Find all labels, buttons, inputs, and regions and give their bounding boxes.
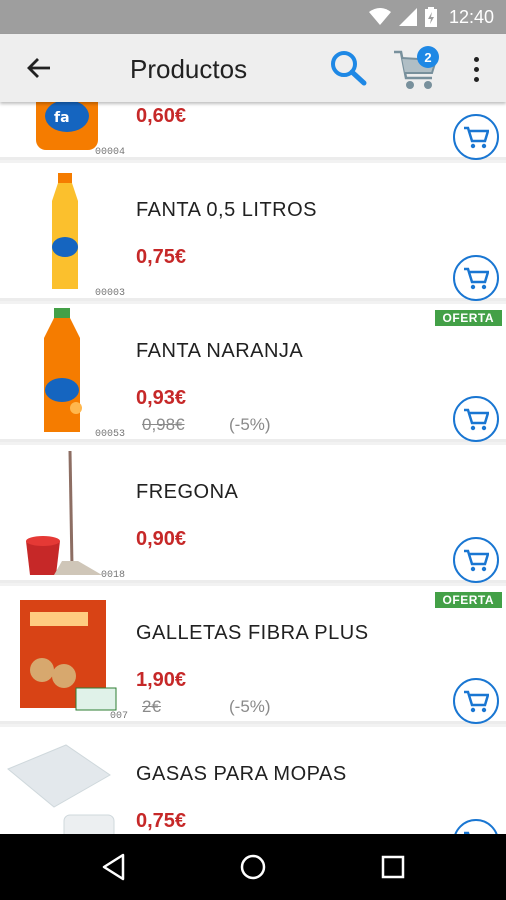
add-cart-icon (464, 690, 489, 713)
product-row[interactable]: GASAS PARA MOPAS 0,75€ (0, 727, 506, 834)
add-to-cart-button[interactable] (453, 537, 499, 583)
search-button[interactable] (328, 48, 370, 88)
product-row[interactable]: 00003 FANTA 0,5 LITROS 0,75€ (0, 163, 506, 301)
product-name: GALLETAS FIBRA PLUS (136, 622, 369, 644)
battery-charging-icon (424, 7, 437, 27)
fanta-lemon-bottle-image (52, 173, 78, 289)
add-to-cart-button[interactable] (453, 255, 499, 301)
product-row[interactable]: OFERTA 00053 FANTA NARANJA 0,93€ 0,98€ (… (0, 304, 506, 442)
old-price: 0,98€ (142, 415, 185, 434)
wifi-icon (368, 8, 391, 25)
more-vert-dot (473, 76, 479, 82)
add-to-cart-button[interactable] (453, 678, 499, 724)
system-nav-bar (0, 834, 506, 900)
old-price: 2€ (142, 697, 161, 716)
product-name: GASAS PARA MOPAS (136, 763, 347, 785)
add-cart-icon (464, 549, 489, 572)
product-row[interactable]: OFERTA 007 GALLETAS FIBRA PLUS 1,90€ 2€ … (0, 586, 506, 724)
product-code: 0018 (101, 570, 126, 581)
nav-recents-icon (381, 855, 405, 879)
nav-back-button[interactable] (94, 849, 134, 885)
offer-badge: OFERTA (434, 310, 502, 326)
product-code: 00004 (95, 147, 126, 158)
add-cart-icon (464, 267, 489, 290)
mop-bucket-image (26, 450, 102, 575)
fanta-orange-bottle-image (44, 308, 82, 432)
status-icons: 12:40 (368, 0, 494, 34)
offer-badge: OFERTA (434, 592, 502, 608)
nav-home-icon (240, 854, 266, 880)
product-price: 0,90€ (136, 528, 187, 550)
nav-home-button[interactable] (233, 849, 273, 885)
status-bar: 12:40 (0, 0, 506, 34)
discount-label: (-5%) (229, 415, 271, 434)
add-cart-icon (464, 408, 489, 431)
search-icon (331, 51, 367, 86)
nav-back-icon (102, 853, 125, 881)
product-name: FANTA NARANJA (136, 340, 304, 362)
product-list[interactable]: fa 00004 0,60€ 00003 FANTA 0,5 LITROS 0,… (0, 102, 506, 834)
more-vert-icon (473, 56, 479, 62)
cart-count-badge: 2 (417, 46, 439, 68)
product-price: 1,90€ (136, 669, 187, 691)
product-price: 0,75€ (136, 246, 187, 268)
product-code: 00053 (95, 429, 126, 440)
product-code: 00003 (95, 288, 126, 299)
product-price: 0,60€ (136, 105, 187, 127)
discount-label: (-5%) (229, 697, 271, 716)
product-name: FANTA 0,5 LITROS (136, 199, 318, 221)
page-title: Productos (130, 54, 248, 84)
add-to-cart-button[interactable] (453, 819, 499, 834)
overflow-menu-button[interactable] (466, 52, 486, 86)
product-row[interactable]: 0018 FREGONA 0,90€ (0, 445, 506, 583)
svg-text:fa: fa (54, 110, 70, 126)
add-cart-icon (464, 126, 489, 149)
product-price: 0,75€ (136, 810, 187, 832)
app-bar: Productos (0, 34, 506, 102)
arrow-back-icon (27, 58, 50, 78)
signal-icon (398, 8, 417, 26)
product-code: 007 (110, 711, 129, 722)
back-button[interactable] (20, 50, 58, 86)
cookie-box-image (20, 600, 117, 711)
nav-recents-button[interactable] (373, 849, 413, 885)
more-vert-dot (473, 66, 479, 72)
product-row[interactable]: fa 00004 0,60€ (0, 102, 506, 160)
mop-gauze-image (7, 744, 115, 834)
add-to-cart-button[interactable] (453, 396, 499, 442)
status-time: 12:40 (448, 6, 494, 27)
product-name: FREGONA (136, 481, 239, 503)
add-to-cart-button[interactable] (453, 114, 499, 160)
product-price: 0,93€ (136, 387, 187, 409)
